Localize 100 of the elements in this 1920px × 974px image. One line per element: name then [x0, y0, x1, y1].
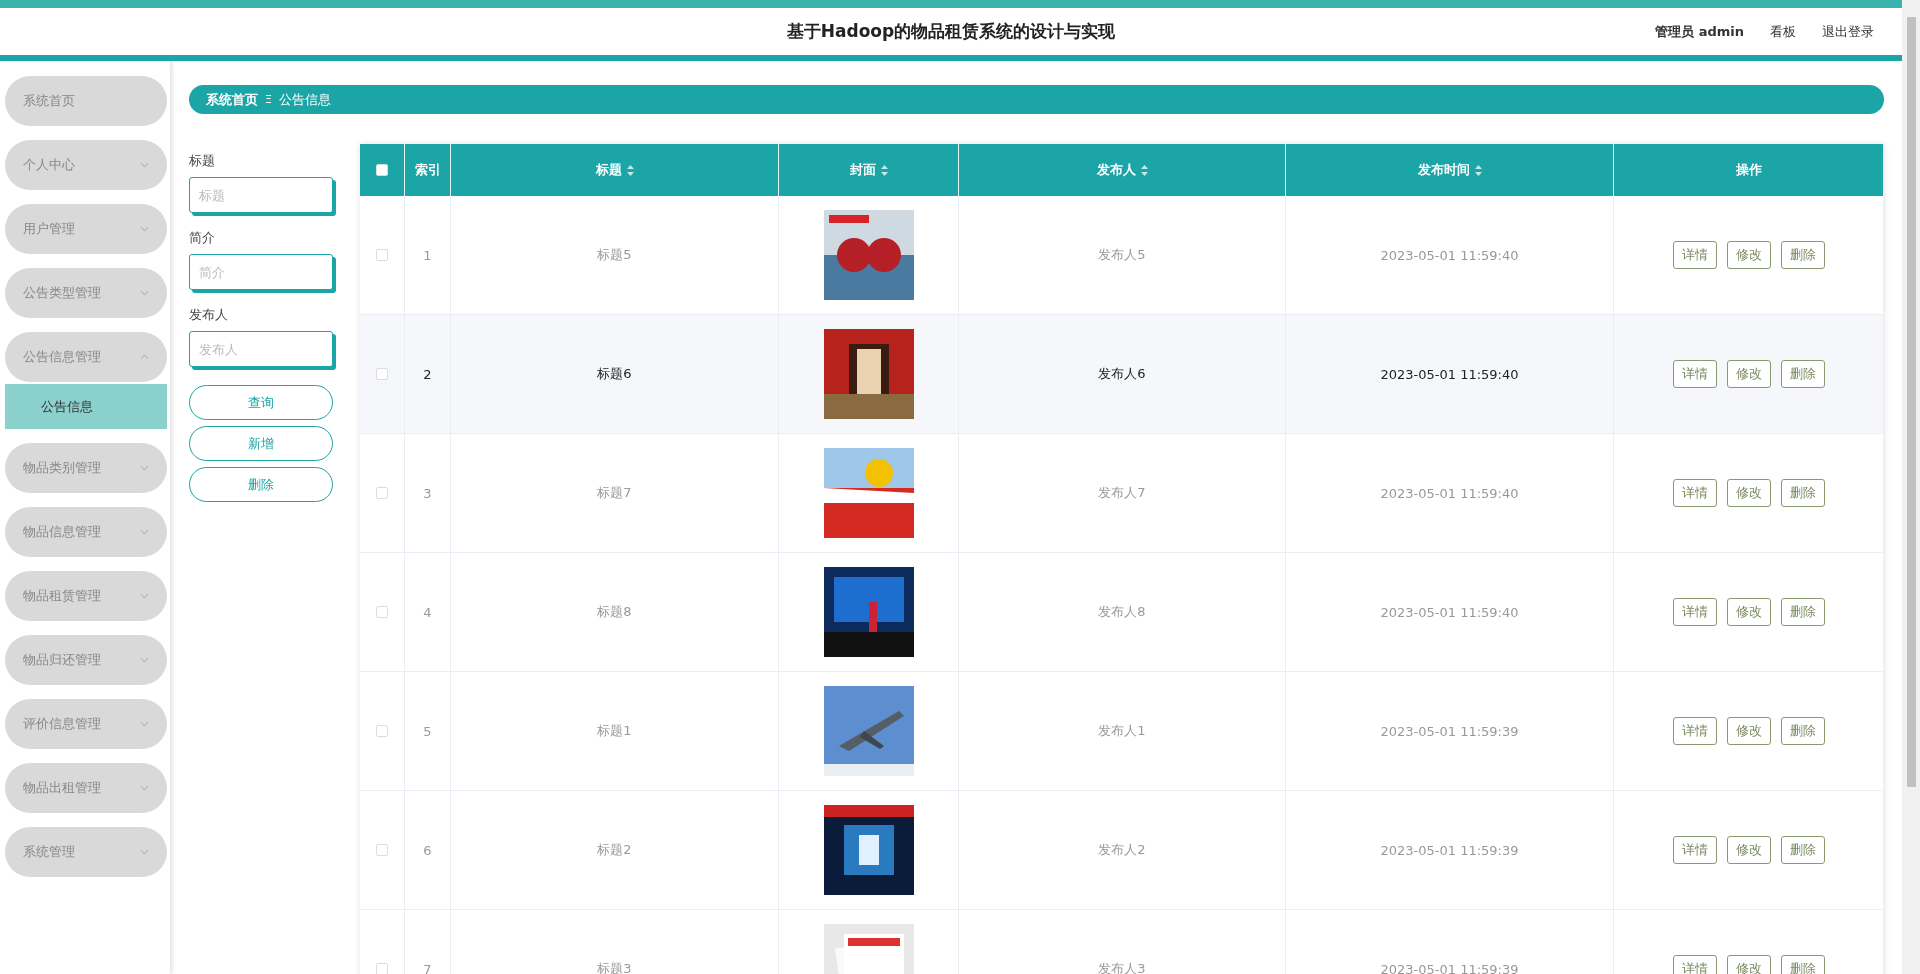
- sidebar-item[interactable]: 个人中心: [5, 140, 167, 190]
- table-cell: 2023-05-01 11:59:39: [1380, 961, 1519, 974]
- row-action-button[interactable]: 删除: [1780, 598, 1825, 626]
- sidebar-item[interactable]: 系统管理: [5, 827, 167, 877]
- row-action-button[interactable]: 详情: [1672, 955, 1717, 974]
- column-header[interactable]: 封面: [849, 161, 876, 179]
- row-checkbox[interactable]: [376, 249, 388, 261]
- sidebar-item[interactable]: 物品租赁管理: [5, 571, 167, 621]
- table-cell: 6: [423, 842, 432, 858]
- row-action-button[interactable]: 修改: [1726, 836, 1771, 864]
- table-cell: 4: [423, 604, 432, 620]
- row-checkbox[interactable]: [376, 368, 388, 380]
- sidebar-item[interactable]: 公告类型管理: [5, 268, 167, 318]
- row-action-button[interactable]: 详情: [1672, 598, 1717, 626]
- row-checkbox[interactable]: [376, 963, 388, 974]
- sidebar-item[interactable]: 物品归还管理: [5, 635, 167, 685]
- row-action-button[interactable]: 修改: [1726, 717, 1771, 745]
- row-action-button[interactable]: 详情: [1672, 836, 1717, 864]
- row-action-button[interactable]: 详情: [1672, 479, 1717, 507]
- sidebar-item[interactable]: 物品信息管理: [5, 507, 167, 557]
- chevron-down-icon: [140, 657, 149, 663]
- chevron-down-icon: [140, 465, 149, 471]
- sidebar-item[interactable]: 评价信息管理: [5, 699, 167, 749]
- sidebar-item[interactable]: 物品出租管理: [5, 763, 167, 813]
- row-action-button[interactable]: 详情: [1672, 717, 1717, 745]
- row-action-button[interactable]: 详情: [1672, 241, 1717, 269]
- chevron-up-icon: [140, 354, 149, 360]
- table-cell: 标题8: [597, 603, 632, 621]
- field-label: 发布人: [189, 306, 229, 324]
- search-field[interactable]: 简介: [189, 254, 333, 290]
- table-cell: 发布人5: [1098, 246, 1146, 264]
- row-action-button[interactable]: 详情: [1672, 360, 1717, 388]
- row-checkbox[interactable]: [376, 606, 388, 618]
- row-checkbox[interactable]: [376, 487, 388, 499]
- chevron-down-icon: [140, 529, 149, 535]
- search-field[interactable]: 标题: [189, 177, 333, 213]
- sidebar-item[interactable]: 用户管理: [5, 204, 167, 254]
- table-cell: 2: [423, 366, 432, 382]
- row-action-button[interactable]: 删除: [1780, 241, 1825, 269]
- row-action-button[interactable]: 删除: [1780, 717, 1825, 745]
- table-cell: 发布人7: [1098, 484, 1146, 502]
- column-header[interactable]: 标题: [595, 161, 622, 179]
- row-checkbox[interactable]: [376, 725, 388, 737]
- sidebar-item[interactable]: 系统首页: [5, 76, 167, 126]
- field-label: 简介: [189, 229, 216, 247]
- action-button[interactable]: 查询: [189, 385, 333, 420]
- select-all-checkbox[interactable]: [376, 164, 388, 176]
- sidebar-item[interactable]: 公告信息管理: [5, 332, 167, 382]
- sort-icon[interactable]: [880, 164, 888, 176]
- table-cell: 发布人1: [1098, 722, 1146, 740]
- table-cell: 1: [423, 247, 432, 263]
- chevron-down-icon: [140, 785, 149, 791]
- table-cell: 2023-05-01 11:59:39: [1380, 842, 1519, 858]
- action-button[interactable]: 新增: [189, 426, 333, 461]
- chevron-down-icon: [140, 290, 149, 296]
- table-cell: 3: [423, 485, 432, 501]
- header-link[interactable]: 退出登录: [1822, 22, 1874, 41]
- chevron-down-icon: [140, 721, 149, 727]
- breadcrumb-link[interactable]: 公告信息: [278, 90, 331, 109]
- table-cell: 2023-05-01 11:59:40: [1380, 485, 1519, 501]
- breadcrumb-link[interactable]: 系统首页: [206, 90, 258, 109]
- row-action-button[interactable]: 修改: [1726, 241, 1771, 269]
- row-checkbox[interactable]: [376, 844, 388, 856]
- column-header[interactable]: 操作: [1735, 161, 1762, 179]
- column-header[interactable]: 发布时间: [1417, 161, 1470, 179]
- field-label: 标题: [189, 152, 216, 170]
- table-cell: 发布人6: [1098, 365, 1146, 383]
- sort-icon[interactable]: [626, 164, 634, 176]
- header-link[interactable]: 看板: [1770, 22, 1796, 41]
- table-cell: 2023-05-01 11:59:40: [1380, 604, 1519, 620]
- table-cell: 2023-05-01 11:59:40: [1380, 366, 1519, 382]
- table-cell: 2023-05-01 11:59:39: [1380, 723, 1519, 739]
- sort-icon[interactable]: [1474, 164, 1482, 176]
- column-header[interactable]: 发布人: [1096, 161, 1136, 179]
- page-title: 基于Hadoop的物品租赁系统的设计与实现: [786, 20, 1116, 43]
- search-field[interactable]: 发布人: [189, 331, 333, 367]
- row-action-button[interactable]: 删除: [1780, 479, 1825, 507]
- row-action-button[interactable]: 修改: [1726, 598, 1771, 626]
- chevron-down-icon: [140, 162, 149, 168]
- table-cell: 标题2: [597, 841, 632, 859]
- scrollbar[interactable]: [1902, 0, 1920, 974]
- table-cell: 7: [423, 961, 432, 974]
- row-action-button[interactable]: 删除: [1780, 955, 1825, 974]
- table-cell: 标题7: [597, 484, 632, 502]
- table-cell: 标题1: [597, 722, 632, 740]
- breadcrumb-separator: Ξ: [265, 93, 272, 106]
- row-action-button[interactable]: 删除: [1780, 836, 1825, 864]
- chevron-down-icon: [140, 849, 149, 855]
- sidebar-subitem[interactable]: 公告信息: [5, 384, 167, 429]
- sort-icon[interactable]: [1140, 164, 1148, 176]
- table-cell: 标题6: [597, 365, 632, 383]
- table-cell: 5: [423, 723, 432, 739]
- table-cell: 标题5: [597, 246, 632, 264]
- row-action-button[interactable]: 修改: [1726, 360, 1771, 388]
- action-button[interactable]: 删除: [189, 467, 333, 502]
- row-action-button[interactable]: 修改: [1726, 479, 1771, 507]
- table-cell: 发布人2: [1098, 841, 1146, 859]
- sidebar-item[interactable]: 物品类别管理: [5, 443, 167, 493]
- chevron-down-icon: [140, 593, 149, 599]
- row-action-button[interactable]: 删除: [1780, 360, 1825, 388]
